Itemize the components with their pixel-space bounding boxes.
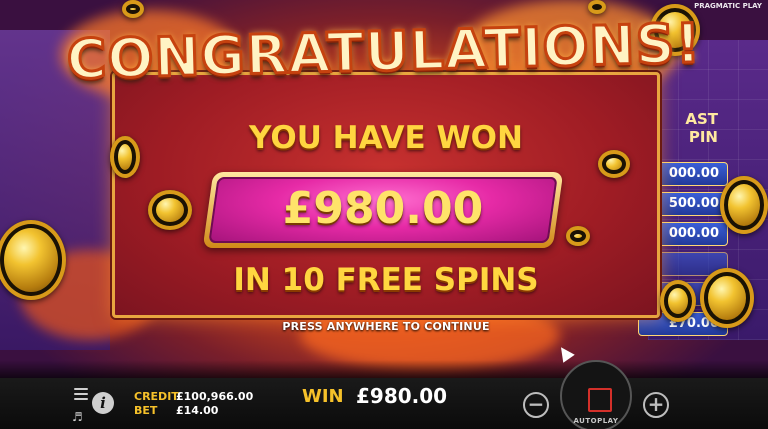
win-amount: £980.00 [282,183,484,234]
autoplay-label[interactable]: AUTOPLAY [562,417,630,425]
gold-coin [148,190,192,230]
spin-icon [588,388,612,412]
brand-logo: PRAGMATIC PLAY [694,2,762,10]
credit-value: £100,966.00 [176,390,254,403]
gold-coin [122,0,144,18]
increase-bet-button[interactable]: + [643,392,669,418]
menu-icon[interactable] [74,388,88,400]
bet-value: £14.00 [176,404,219,417]
free-spins-label: IN 10 FREE SPINS [233,262,539,298]
gold-coin [720,176,768,234]
gold-coin [700,268,754,328]
sound-icon[interactable]: ♬ [72,410,83,424]
gold-coin [660,280,696,322]
gold-coin [588,0,606,14]
win-label: WIN [302,386,344,407]
info-icon[interactable]: i [92,392,114,414]
gold-coin [566,226,590,246]
win-value: £980.00 [356,384,448,408]
continue-hint[interactable]: PRESS ANYWHERE TO CONTINUE [112,320,660,333]
credit-label: CREDIT [134,390,179,403]
you-have-won-label: YOU HAVE WON [249,120,523,156]
decrease-bet-button[interactable]: − [523,392,549,418]
bet-label: BET [134,404,158,417]
